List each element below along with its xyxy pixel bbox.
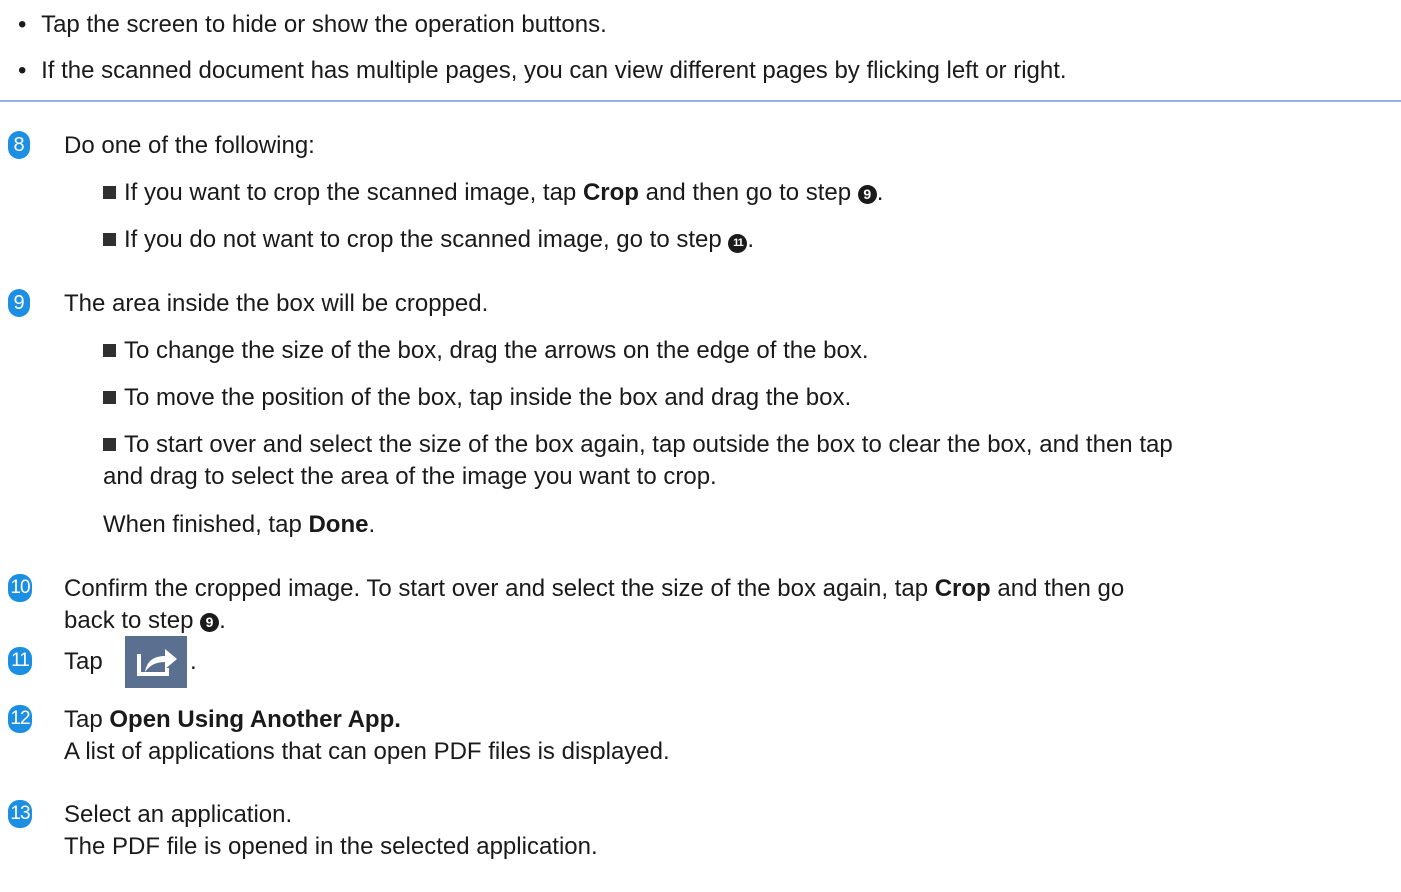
note-text: Tap the screen to hide or show the opera…	[41, 11, 607, 38]
step-13-detail: The PDF file is opened in the selected a…	[64, 833, 598, 860]
step-number-9: 9	[8, 289, 30, 317]
bullet: •	[18, 11, 27, 38]
step-12-text: Tap Open Using Another App.	[64, 706, 401, 733]
note-text: If the scanned document has multiple pag…	[41, 57, 1067, 84]
step-number-12: 12	[8, 705, 32, 733]
step-8-option: If you do not want to crop the scanned i…	[103, 225, 754, 255]
square-bullet-icon	[103, 438, 116, 451]
step-11-period: .	[190, 648, 197, 675]
step-ref-9: 9	[200, 613, 220, 632]
step-9-option: To change the size of the box, drag the …	[103, 336, 869, 366]
divider	[0, 100, 1401, 102]
square-bullet-icon	[103, 391, 116, 404]
step-9-option: To start over and select the size of the…	[103, 430, 1173, 460]
square-bullet-icon	[103, 186, 116, 199]
note-item: • Tap the screen to hide or show the ope…	[18, 10, 607, 40]
step-ref-9: 9	[857, 185, 877, 204]
bullet: •	[18, 57, 27, 84]
step-9-finish: When finished, tap Done.	[103, 511, 376, 538]
square-bullet-icon	[103, 344, 116, 357]
step-ref-11: 11	[728, 234, 748, 253]
step-10-text: Confirm the cropped image. To start over…	[64, 575, 1125, 602]
step-8-text: Do one of the following:	[64, 132, 315, 159]
step-number-8: 8	[8, 131, 30, 159]
step-12-detail: A list of applications that can open PDF…	[64, 738, 670, 765]
step-9-text: The area inside the box will be cropped.	[64, 290, 489, 317]
square-bullet-icon	[103, 233, 116, 246]
share-icon	[125, 636, 187, 688]
step-11-text: Tap	[64, 648, 103, 675]
step-9-option: To move the position of the box, tap ins…	[103, 383, 851, 413]
note-item: • If the scanned document has multiple p…	[18, 56, 1067, 86]
step-8-option: If you want to crop the scanned image, t…	[103, 178, 883, 208]
step-number-13: 13	[8, 800, 32, 828]
step-13-text: Select an application.	[64, 801, 293, 828]
step-number-10: 10	[8, 574, 32, 602]
step-9-option-continued: and drag to select the area of the image…	[103, 463, 717, 490]
step-10-text: back to step 9.	[64, 607, 226, 634]
step-number-11: 11	[8, 647, 32, 675]
